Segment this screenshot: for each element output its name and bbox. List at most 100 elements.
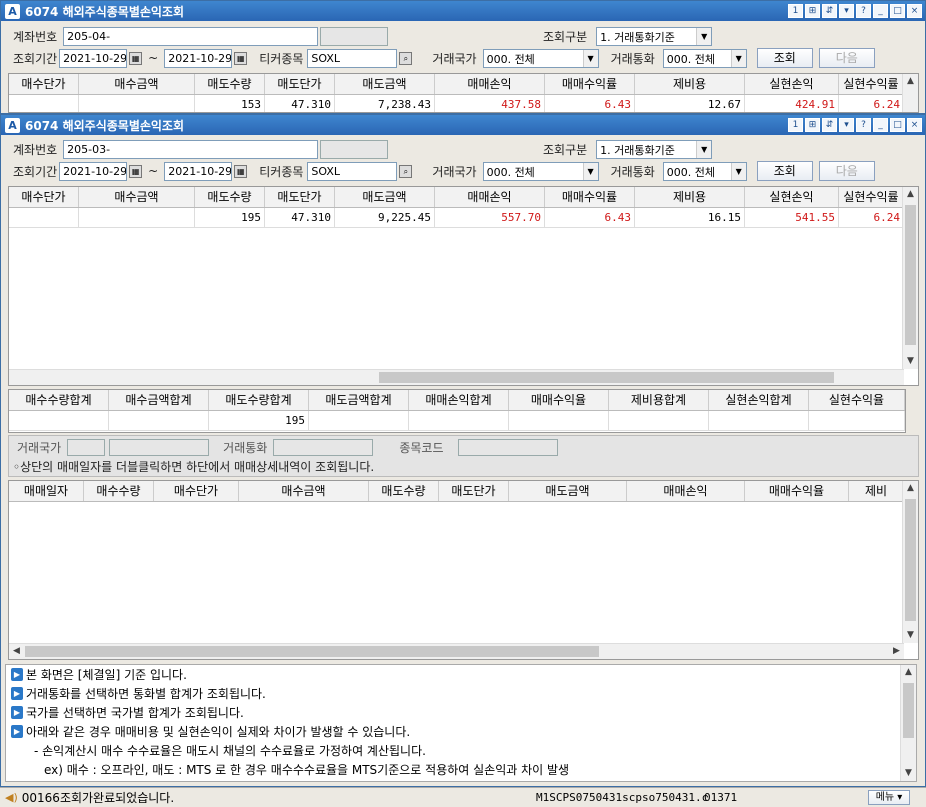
column-header: 매수단가 — [9, 74, 79, 94]
scroll-up-icon[interactable]: ▲ — [903, 481, 918, 496]
date-from-input[interactable]: 2021-10-29 — [59, 161, 128, 181]
table-cell: 6.24 — [839, 95, 904, 112]
ticker-input[interactable]: SOXL — [307, 48, 398, 68]
table-row[interactable]: 195 47.310 9,225.45 557.70 6.43 16.15 54… — [9, 208, 904, 228]
summary-cell — [9, 411, 109, 430]
period-label: 조회기간 — [13, 51, 58, 66]
note-item: ▶ 국가를 선택하면 국가별 합계가 조회됩니다. — [6, 703, 916, 722]
maximize-icon[interactable]: □ — [890, 118, 905, 132]
column-header: 매수금액합계 — [109, 390, 209, 410]
account-input[interactable]: 205-03- — [63, 139, 319, 159]
vertical-scrollbar[interactable]: ▲ ▼ — [900, 665, 916, 781]
note-text: 거래통화를 선택하면 통화별 합계가 조회됩니다. — [26, 687, 266, 701]
scroll-up-icon[interactable]: ▲ — [903, 187, 918, 202]
currency-select[interactable]: 000. 전체 ▼ — [662, 48, 747, 68]
query-type-select[interactable]: 1. 거래통화기준 ▼ — [596, 139, 713, 159]
window-title: 6074 해외주식종목별손익조회 — [25, 118, 185, 133]
close-icon[interactable]: × — [907, 4, 922, 18]
table-cell — [79, 208, 195, 227]
country-select[interactable]: 000. 전체 ▼ — [482, 48, 599, 68]
scroll-up-icon[interactable]: ▲ — [903, 74, 918, 89]
ticker-label: 티커종목 — [259, 164, 304, 179]
scroll-up-icon[interactable]: ▲ — [901, 665, 916, 680]
vertical-scrollbar[interactable]: ▲ ▼ — [902, 481, 918, 643]
calendar-icon[interactable]: ▦ — [129, 164, 143, 178]
search-icon[interactable]: ⌕ — [399, 51, 413, 65]
calendar-icon[interactable]: ▦ — [129, 51, 143, 65]
menu-down-icon[interactable]: ▾ — [839, 118, 854, 132]
scroll-thumb[interactable] — [903, 683, 914, 738]
date-to-input[interactable]: 2021-10-29 — [164, 48, 233, 68]
summary-cell: 195 — [209, 411, 309, 430]
detail-grid-header: 매매일자 매수수량 매수단가 매수금액 매도수량 매도단가 매도금액 매매손익 … — [9, 481, 904, 502]
search-icon[interactable]: ⌕ — [399, 164, 413, 178]
copy-window-icon[interactable]: ⊞ — [805, 118, 820, 132]
scroll-down-icon[interactable]: ▼ — [903, 354, 918, 369]
country-label: 거래국가 — [432, 51, 477, 66]
background-window: A 6074 해외주식종목별손익조회 1 ⊞ ⇵ ▾ ? _ □ × 계좌번호 … — [0, 0, 926, 114]
next-button[interactable]: 다음 — [818, 161, 875, 181]
ticker-input[interactable]: SOXL — [307, 161, 398, 181]
maximize-icon[interactable]: □ — [890, 4, 905, 18]
calendar-icon[interactable]: ▦ — [234, 51, 248, 65]
minimize-icon[interactable]: _ — [873, 4, 888, 18]
scroll-down-icon[interactable]: ▼ — [903, 628, 918, 643]
account-input[interactable]: 205-04- — [63, 26, 319, 46]
link-number-button[interactable]: 1 — [788, 4, 803, 18]
chevron-down-icon: ▼ — [696, 27, 712, 45]
table-row[interactable]: 153 47.310 7,238.43 437.58 6.43 12.67 42… — [9, 95, 904, 112]
menu-down-icon[interactable]: ▾ — [839, 4, 854, 18]
vertical-scrollbar[interactable]: ▲ — [902, 74, 918, 112]
background-title-bar[interactable]: A 6074 해외주식종목별손익조회 1 ⊞ ⇵ ▾ ? _ □ × — [1, 1, 925, 21]
currency-label: 거래통화 — [610, 164, 655, 179]
next-button[interactable]: 다음 — [818, 48, 875, 68]
query-type-select[interactable]: 1. 거래통화기준 ▼ — [596, 26, 713, 46]
table-cell: 6.43 — [545, 208, 635, 227]
scroll-thumb[interactable] — [25, 646, 599, 657]
filter-country-name-field — [109, 438, 210, 456]
copy-window-icon[interactable]: ⊞ — [805, 4, 820, 18]
note-text: ex) 매수 : 오프라인, 매도 : MTS 로 한 경우 매수수수료율을 M… — [44, 763, 570, 777]
notes-panel: ▶ 본 화면은 [체결일] 기준 입니다. ▶ 거래통화를 선택하면 통화별 합계가… — [5, 664, 917, 782]
column-header: 매도금액 — [509, 481, 627, 501]
note-item: ▶ 본 화면은 [체결일] 기준 입니다. — [6, 665, 916, 684]
calendar-icon[interactable]: ▦ — [234, 164, 248, 178]
main-title-bar[interactable]: A 6074 해외주식종목별손익조회 1 ⊞ ⇵ ▾ ? _ □ × — [1, 115, 925, 135]
menu-label: 메뉴 — [875, 792, 895, 803]
table-cell — [79, 95, 195, 112]
summary-cell — [709, 411, 809, 430]
minimize-icon[interactable]: _ — [873, 118, 888, 132]
scroll-thumb[interactable] — [905, 499, 916, 621]
horizontal-scrollbar[interactable] — [9, 369, 904, 385]
search-button[interactable]: 조회 — [756, 161, 813, 181]
info-icon: ▶ — [11, 668, 23, 681]
pin-icon[interactable]: ⇵ — [822, 118, 837, 132]
column-header: 매도수량합계 — [209, 390, 309, 410]
window-title: 6074 해외주식종목별손익조회 — [25, 4, 185, 19]
currency-select[interactable]: 000. 전체 ▼ — [662, 161, 747, 181]
menu-button[interactable]: 메뉴 ▾ — [868, 790, 910, 805]
detail-grid: 매매일자 매수수량 매수단가 매수금액 매도수량 매도단가 매도금액 매매손익 … — [8, 480, 919, 660]
search-button[interactable]: 조회 — [756, 48, 813, 68]
vertical-scrollbar[interactable]: ▲ ▼ — [902, 187, 918, 369]
column-header: 실현수익률 — [839, 74, 904, 94]
horizontal-scrollbar[interactable]: ◀ ▶ — [9, 643, 904, 659]
scroll-right-icon[interactable]: ▶ — [889, 644, 904, 659]
filter-code-label: 종목코드 — [399, 440, 444, 455]
scroll-left-icon[interactable]: ◀ — [9, 644, 24, 659]
country-select[interactable]: 000. 전체 ▼ — [482, 161, 599, 181]
pin-icon[interactable]: ⇵ — [822, 4, 837, 18]
date-to-input[interactable]: 2021-10-29 — [164, 161, 233, 181]
help-icon[interactable]: ? — [856, 118, 871, 132]
speaker-icon[interactable]: ◀) — [5, 791, 18, 804]
filter-panel: 거래국가 거래통화 종목코드 ◦상단의 매매일자를 더블클릭하면 하단에서 매매… — [8, 435, 919, 477]
title-buttons: 1 ⊞ ⇵ ▾ ? _ □ × — [788, 4, 922, 18]
link-number-button[interactable]: 1 — [788, 118, 803, 132]
scroll-thumb[interactable] — [379, 372, 834, 383]
help-icon[interactable]: ? — [856, 4, 871, 18]
date-from-input[interactable]: 2021-10-29 — [59, 48, 128, 68]
column-header: 매수단가 — [154, 481, 239, 501]
scroll-thumb[interactable] — [905, 205, 916, 345]
close-icon[interactable]: × — [907, 118, 922, 132]
scroll-down-icon[interactable]: ▼ — [901, 766, 916, 781]
